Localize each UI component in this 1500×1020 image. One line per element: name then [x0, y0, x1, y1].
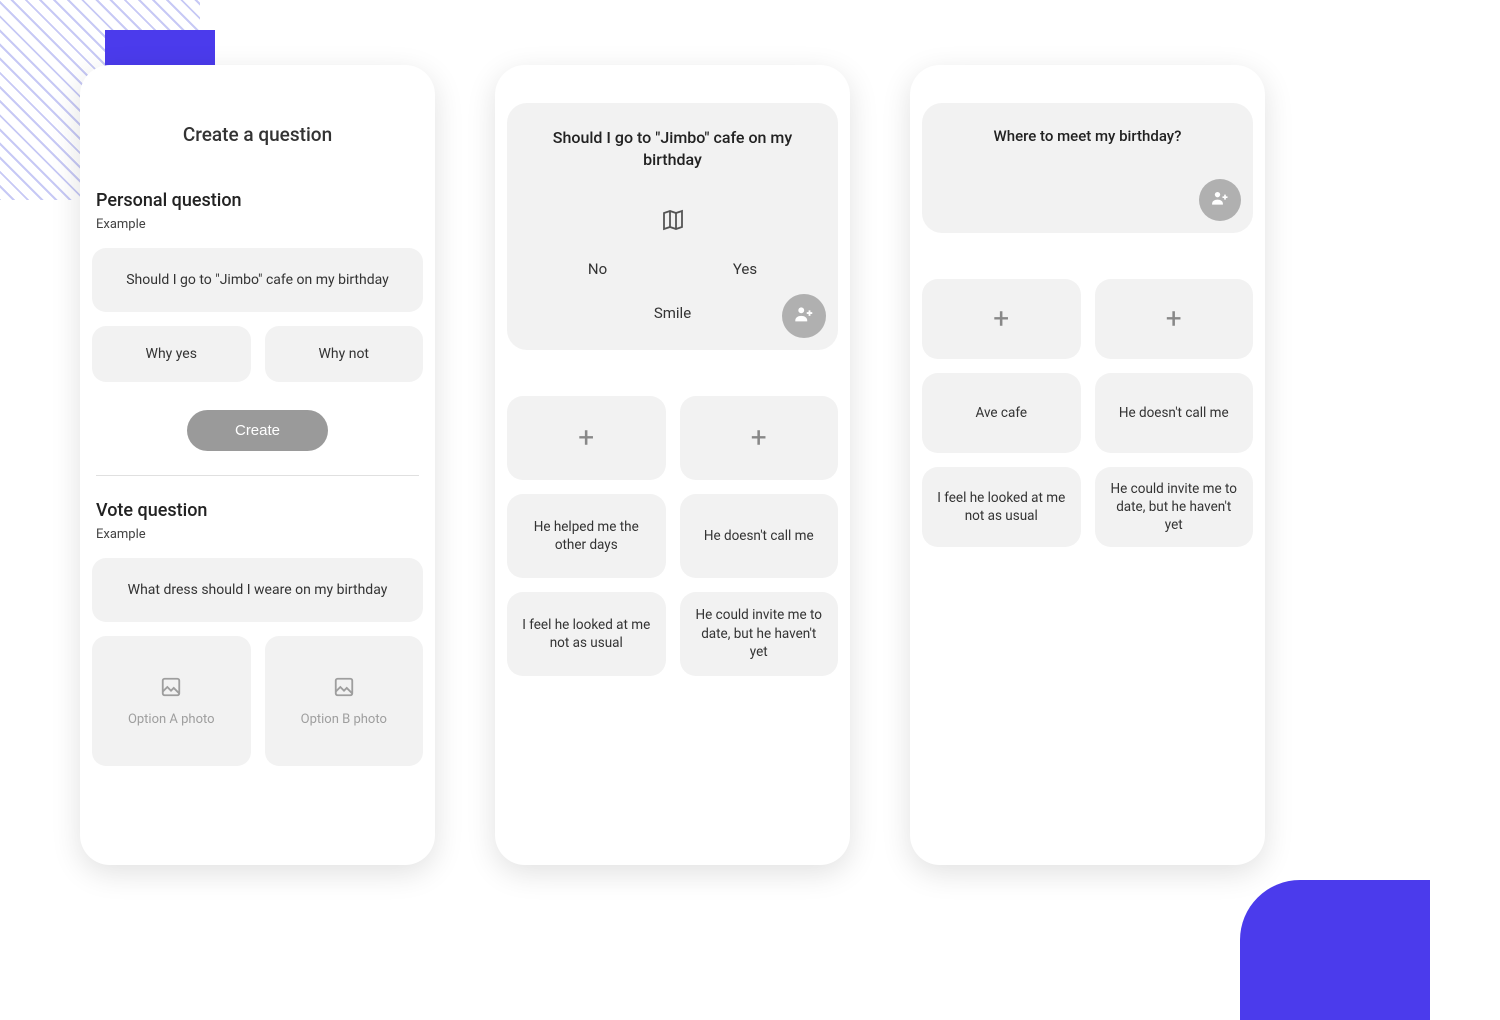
photo-option-a-label: Option A photo [128, 712, 215, 727]
map-icon[interactable] [525, 208, 820, 232]
personal-question-example-card[interactable]: Should I go to "Jimbo" cafe on my birthd… [92, 248, 423, 312]
phone-screen-question-detail: Should I go to "Jimbo" cafe on my birthd… [495, 65, 850, 865]
decor-accent-block-bottom [1240, 880, 1430, 1020]
question-hero-card: Should I go to "Jimbo" cafe on my birthd… [507, 103, 838, 350]
image-icon [160, 676, 182, 712]
person-add-icon [1210, 188, 1230, 212]
option-tile-3[interactable]: I feel he looked at me not as usual [922, 467, 1081, 547]
options-grid: + + Ave cafe He doesn't call me I feel h… [922, 279, 1253, 547]
vote-example-label: Example [92, 527, 423, 542]
option-tile-1[interactable]: Ave cafe [922, 373, 1081, 453]
reason-tile-2[interactable]: He doesn't call me [680, 494, 839, 578]
option-smile[interactable]: Smile [525, 304, 820, 322]
reasons-grid: + + He helped me the other days He doesn… [507, 396, 838, 676]
photo-option-b[interactable]: Option B photo [265, 636, 424, 766]
reason-tile-4[interactable]: He could invite me to date, but he haven… [680, 592, 839, 676]
phone-frames-row: Create a question Personal question Exam… [80, 65, 1420, 865]
phone-screen-create-question: Create a question Personal question Exam… [80, 65, 435, 865]
question-hero-card: Where to meet my birthday? [922, 103, 1253, 233]
plus-icon: + [993, 300, 1009, 338]
invite-people-button[interactable] [782, 294, 826, 338]
person-add-icon [793, 303, 815, 329]
add-reason-1[interactable]: + [507, 396, 666, 480]
vote-options-row: No Yes [525, 260, 820, 278]
option-tile-4[interactable]: He could invite me to date, but he haven… [1095, 467, 1254, 547]
page-title: Create a question [92, 123, 423, 146]
add-option-2[interactable]: + [1095, 279, 1254, 359]
photo-option-b-label: Option B photo [301, 712, 387, 727]
question-title: Should I go to "Jimbo" cafe on my birthd… [525, 127, 820, 172]
question-title: Where to meet my birthday? [940, 127, 1235, 145]
option-tile-2[interactable]: He doesn't call me [1095, 373, 1254, 453]
plus-icon: + [751, 419, 767, 457]
option-no[interactable]: No [588, 260, 607, 278]
photo-option-a[interactable]: Option A photo [92, 636, 251, 766]
add-option-1[interactable]: + [922, 279, 1081, 359]
personal-question-heading: Personal question [92, 190, 423, 211]
reason-tile-3[interactable]: I feel he looked at me not as usual [507, 592, 666, 676]
chip-why-not[interactable]: Why not [265, 326, 424, 382]
plus-icon: + [578, 419, 594, 457]
plus-icon: + [1166, 300, 1182, 338]
vote-question-heading: Vote question [92, 500, 423, 521]
phone-screen-where-meet: Where to meet my birthday? + + Ave cafe [910, 65, 1265, 865]
personal-example-label: Example [92, 217, 423, 232]
reason-tile-1[interactable]: He helped me the other days [507, 494, 666, 578]
create-button[interactable]: Create [187, 410, 328, 451]
photo-option-row: Option A photo Option B photo [92, 636, 423, 766]
chip-why-yes[interactable]: Why yes [92, 326, 251, 382]
personal-chip-row: Why yes Why not [92, 326, 423, 382]
add-reason-2[interactable]: + [680, 396, 839, 480]
image-icon [333, 676, 355, 712]
section-divider [96, 475, 419, 476]
option-yes[interactable]: Yes [733, 260, 757, 278]
vote-question-example-card[interactable]: What dress should I weare on my birthday [92, 558, 423, 622]
invite-people-button[interactable] [1199, 179, 1241, 221]
